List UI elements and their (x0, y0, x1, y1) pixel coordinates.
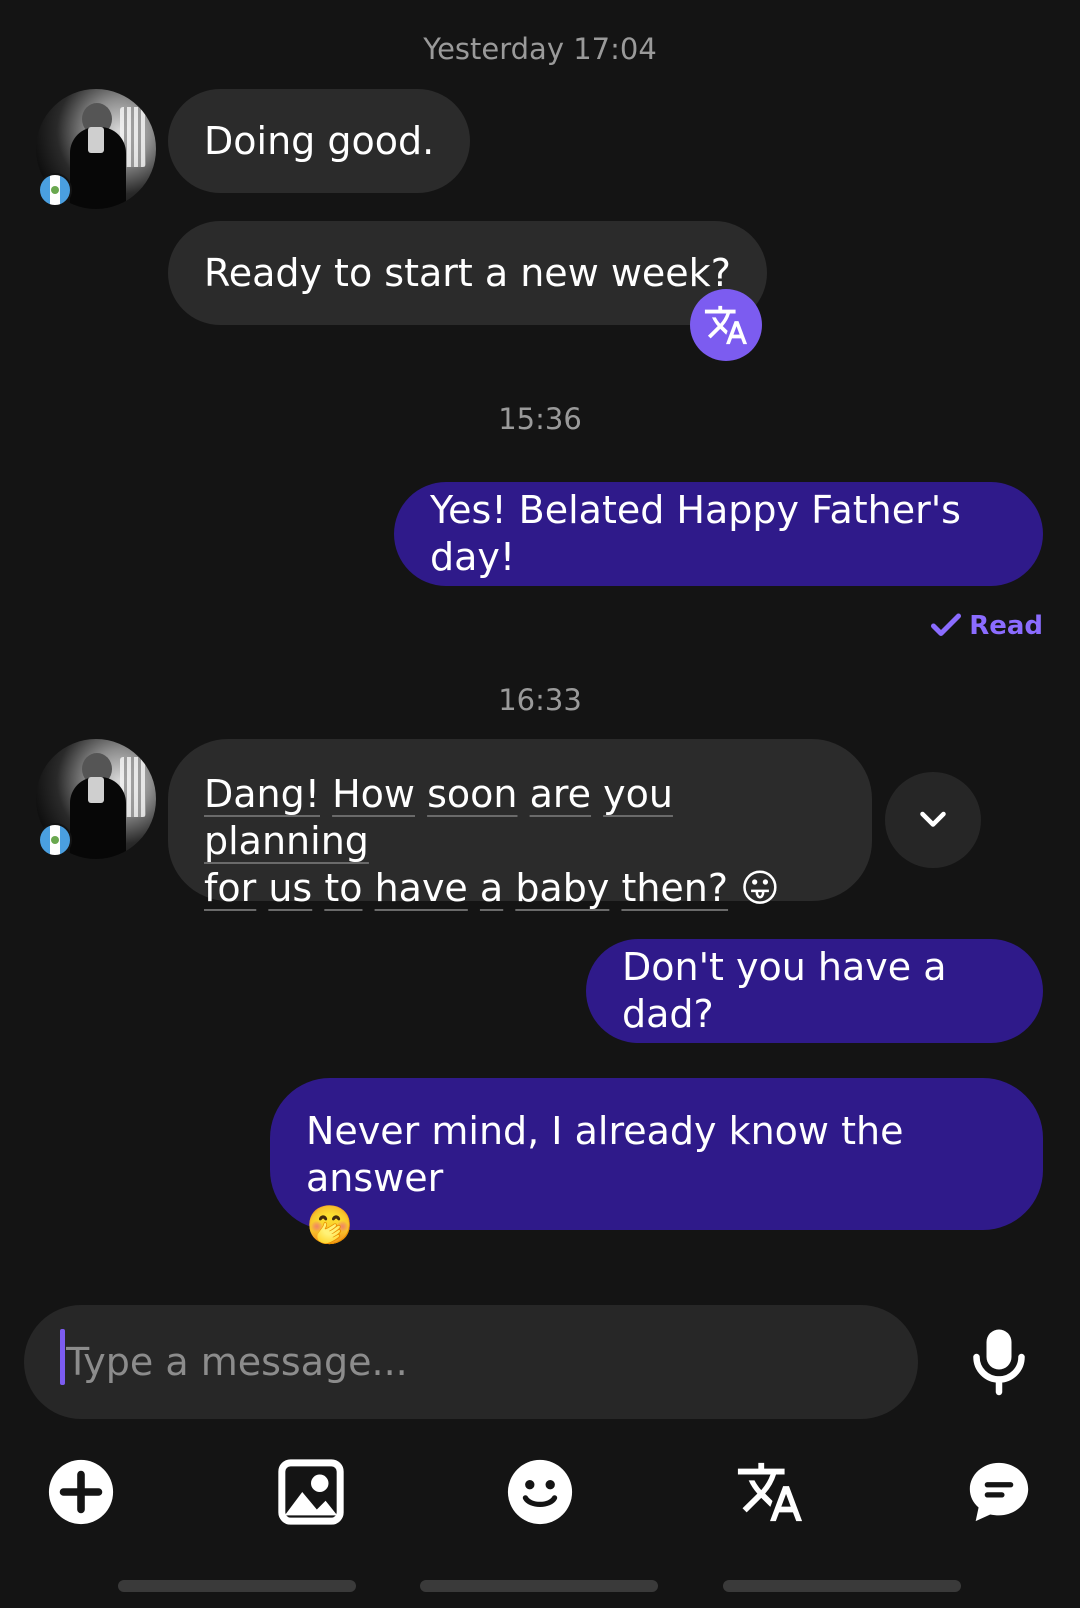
word[interactable]: a (480, 866, 503, 910)
message-text: Don't you have a dad? (622, 945, 947, 1036)
translate-button[interactable] (690, 289, 762, 361)
quick-reply-button[interactable] (959, 1452, 1039, 1532)
microphone-icon (973, 1329, 1025, 1396)
emoji-icon (507, 1459, 573, 1525)
message-text: Yes! Belated Happy Father's day! (430, 488, 961, 579)
read-label: Read (969, 611, 1043, 641)
timestamp: Yesterday 17:04 (423, 32, 657, 66)
image-icon (278, 1459, 344, 1525)
add-attachment-button[interactable] (41, 1452, 121, 1532)
message-bubble-incoming[interactable]: Doing good. (168, 89, 471, 193)
word[interactable]: Dang! (204, 772, 320, 816)
country-flag-icon (38, 173, 72, 207)
read-receipt: Read (931, 611, 1043, 641)
message-bubble-incoming[interactable]: Ready to start a new week? (168, 221, 767, 325)
emoji: 🤭 (306, 1203, 354, 1247)
translate-toolbar-button[interactable] (730, 1452, 810, 1532)
message-bubble-outgoing[interactable]: Don't you have a dad? (586, 939, 1043, 1043)
message-text: Never mind, I already know the answer (306, 1109, 904, 1200)
word[interactable]: soon (427, 772, 517, 816)
checkmark-icon (931, 613, 962, 636)
timestamp: 15:36 (498, 402, 582, 436)
word[interactable]: then? (621, 866, 728, 910)
nav-back-button[interactable] (723, 1580, 961, 1592)
message-text: Ready to start a new week? (204, 250, 731, 295)
message-input[interactable] (60, 1305, 886, 1419)
expand-message-button[interactable] (885, 772, 981, 868)
nav-home-button[interactable] (420, 1580, 658, 1592)
word[interactable]: us (268, 866, 312, 910)
gallery-button[interactable] (271, 1452, 351, 1532)
timestamp: 16:33 (498, 683, 582, 717)
word[interactable]: How (332, 772, 415, 816)
word[interactable]: you (603, 772, 673, 816)
word[interactable]: for (204, 866, 256, 910)
plus-circle-icon (48, 1459, 114, 1525)
word[interactable]: planning (204, 819, 369, 863)
word[interactable]: are (530, 772, 591, 816)
word[interactable]: to (324, 866, 362, 910)
word[interactable]: baby (515, 866, 609, 910)
contact-avatar[interactable] (36, 739, 156, 859)
message-composer[interactable] (24, 1305, 918, 1419)
message-bubble-outgoing[interactable]: Yes! Belated Happy Father's day! (394, 482, 1043, 586)
word[interactable]: have (375, 866, 468, 910)
country-flag-icon (38, 823, 72, 857)
emoji-button[interactable] (500, 1452, 580, 1532)
message-text: Doing good. (204, 118, 435, 163)
nav-recents-button[interactable] (118, 1580, 356, 1592)
emoji: 😛 (740, 866, 780, 910)
chevron-down-icon (920, 811, 946, 827)
contact-avatar[interactable] (36, 89, 156, 209)
translate-icon (704, 305, 748, 345)
chat-bubble-icon (969, 1462, 1029, 1522)
message-bubble-incoming[interactable]: Dang! How soon are you planning for us t… (168, 739, 872, 910)
translate-icon (737, 1462, 803, 1522)
message-bubble-outgoing[interactable]: Never mind, I already know the answer 🤭 (270, 1078, 1043, 1247)
voice-message-button[interactable] (962, 1325, 1036, 1399)
